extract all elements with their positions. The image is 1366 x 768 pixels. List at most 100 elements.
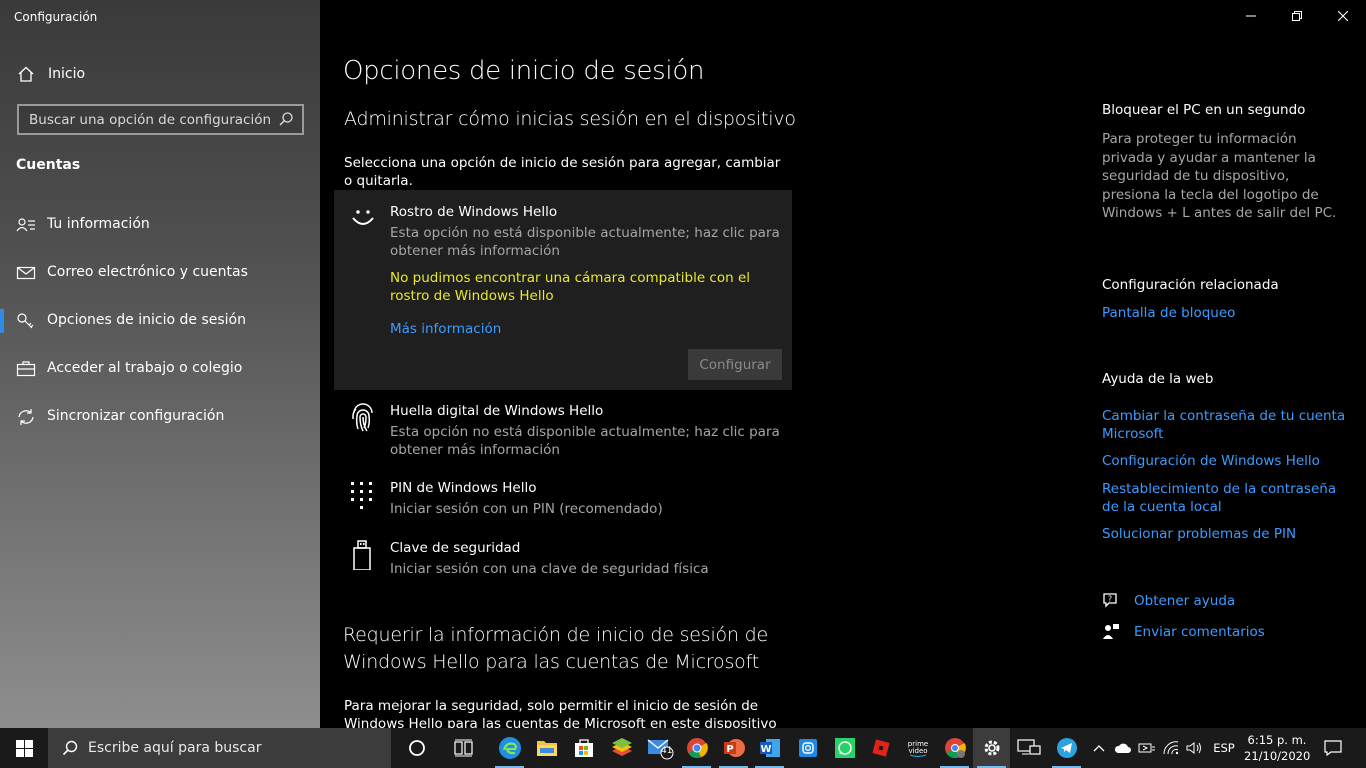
instagram-app[interactable] — [789, 728, 826, 768]
bluestacks-app[interactable] — [603, 728, 640, 768]
taskbar-search-input[interactable]: Escribe aquí para buscar — [48, 728, 391, 768]
action-center-button[interactable] — [1316, 728, 1350, 768]
section-subtitle: Administrar cómo inicias sesión en el di… — [344, 108, 796, 130]
get-help-link[interactable]: ? Obtener ayuda — [1102, 592, 1235, 610]
show-hidden-icons-button[interactable] — [1090, 728, 1108, 768]
connect-icon — [1016, 739, 1041, 755]
sync-icon — [18, 409, 34, 425]
cortana-icon — [408, 740, 425, 756]
lock-pc-heading: Bloquear el PC en un segundo — [1102, 102, 1306, 118]
start-button[interactable] — [0, 728, 48, 768]
send-feedback-link[interactable]: Enviar comentarios — [1102, 623, 1265, 641]
connect-app[interactable] — [1010, 728, 1047, 768]
sidebar: Configuración Inicio Buscar una opción d… — [0, 0, 320, 728]
app-title: Configuración — [14, 10, 98, 24]
network-tray-button[interactable] — [1160, 728, 1182, 768]
settings-app[interactable] — [973, 728, 1010, 768]
sidebar-item-label: Correo electrónico y cuentas — [47, 264, 248, 280]
sidebar-item-label: Acceder al trabajo o colegio — [47, 360, 243, 376]
pin-troubleshoot-link[interactable]: Solucionar problemas de PIN — [1102, 525, 1347, 543]
minimize-button[interactable] — [1228, 0, 1274, 32]
windows-logo-icon — [15, 739, 33, 757]
lock-pc-description: Para proteger tu información privada y a… — [1102, 131, 1337, 221]
edge-app[interactable] — [491, 728, 528, 768]
section-title: Cuentas — [16, 157, 81, 173]
search-icon — [279, 112, 293, 126]
web-help-heading: Ayuda de la web — [1102, 371, 1214, 387]
roblox-app[interactable] — [862, 728, 899, 768]
svg-text:P: P — [726, 744, 733, 755]
chrome-icon — [686, 738, 708, 759]
camera-warning: No pudimos encontrar una cámara compatib… — [390, 270, 751, 304]
option-title: Rostro de Windows Hello — [390, 204, 558, 220]
prime-video-icon: primevideo — [907, 740, 928, 758]
language-indicator[interactable]: ESP — [1208, 728, 1240, 768]
bluestacks-icon — [611, 738, 632, 756]
clock[interactable]: 6:15 p. m. 21/10/2020 — [1244, 732, 1310, 764]
sidebar-item-correo[interactable]: Correo electrónico y cuentas — [0, 258, 320, 288]
windows-hello-config-link[interactable]: Configuración de Windows Hello — [1102, 452, 1347, 470]
notification-icon — [1324, 740, 1342, 756]
more-info-link[interactable]: Más información — [390, 321, 501, 337]
speaker-icon — [1186, 742, 1201, 754]
change-password-link[interactable]: Cambiar la contraseña de tu cuenta Micro… — [1102, 407, 1347, 443]
whatsapp-icon — [834, 738, 855, 758]
sidebar-item-trabajo-colegio[interactable]: Acceder al trabajo o colegio — [0, 354, 320, 384]
svg-text:?: ? — [1108, 595, 1112, 604]
cloud-icon — [1114, 743, 1131, 753]
restore-icon — [1292, 11, 1302, 21]
onedrive-tray-button[interactable] — [1112, 728, 1134, 768]
cortana-button[interactable] — [398, 728, 435, 768]
search-input[interactable]: Buscar una opción de configuración — [17, 104, 304, 135]
home-icon — [18, 66, 34, 82]
settings-window: Configuración Inicio Buscar una opción d… — [0, 0, 1366, 728]
option-subtitle: Esta opción no está disponible actualmen… — [390, 424, 780, 458]
option-title: Clave de seguridad — [390, 540, 521, 556]
word-app[interactable]: W — [751, 728, 788, 768]
mail-icon — [16, 266, 36, 280]
home-button[interactable]: Inicio — [16, 63, 85, 85]
wifi-icon — [1163, 741, 1179, 755]
send-feedback-label: Enviar comentarios — [1134, 624, 1265, 640]
key-icon — [17, 313, 34, 329]
telegram-icon — [1056, 738, 1077, 758]
option-subtitle: Esta opción no está disponible actualmen… — [390, 225, 780, 259]
face-option-card[interactable]: Rostro de Windows Hello Esta opción no e… — [334, 190, 792, 390]
settings-icon — [984, 740, 999, 756]
clock-time: 6:15 p. m. — [1247, 733, 1307, 747]
close-icon — [1338, 11, 1348, 21]
prime-video-app[interactable]: prime video — [899, 728, 936, 768]
telegram-app[interactable] — [1048, 728, 1085, 768]
mail-app[interactable]: 41 — [641, 728, 678, 768]
powerpoint-app[interactable]: P — [715, 728, 752, 768]
close-button[interactable] — [1320, 0, 1366, 32]
file-explorer-icon — [536, 741, 557, 756]
store-app[interactable] — [565, 728, 602, 768]
configure-button[interactable]: Configurar — [688, 349, 782, 380]
minimize-icon — [1246, 15, 1256, 17]
person-card-icon — [16, 218, 35, 232]
powerpoint-icon: P — [723, 739, 745, 757]
search-placeholder: Buscar una opción de configuración — [29, 111, 272, 128]
sidebar-item-sincronizar[interactable]: Sincronizar configuración — [0, 402, 320, 432]
home-label: Inicio — [48, 66, 86, 82]
get-help-label: Obtener ayuda — [1134, 593, 1236, 609]
reset-local-password-link[interactable]: Restablecimiento de la contraseña de la … — [1102, 480, 1347, 516]
maximize-button[interactable] — [1274, 0, 1320, 32]
whatsapp-app[interactable] — [826, 728, 863, 768]
help-chat-icon: ? — [1103, 593, 1117, 608]
usb-key-icon — [353, 540, 371, 570]
taskbar-search-placeholder: Escribe aquí para buscar — [88, 740, 262, 756]
sidebar-item-opciones-inicio-sesion[interactable]: Opciones de inicio de sesión — [0, 306, 320, 336]
sidebar-item-tu-informacion[interactable]: Tu información — [0, 210, 320, 240]
file-explorer-app[interactable] — [528, 728, 565, 768]
battery-tray-button[interactable] — [1136, 728, 1158, 768]
chrome-profile-app[interactable] — [936, 728, 973, 768]
volume-tray-button[interactable] — [1184, 728, 1206, 768]
lock-screen-link[interactable]: Pantalla de bloqueo — [1102, 304, 1347, 322]
option-subtitle: Iniciar sesión con un PIN (recomendado) — [390, 501, 663, 517]
roblox-icon — [871, 739, 890, 757]
chrome-app[interactable] — [678, 728, 715, 768]
task-view-button[interactable] — [445, 728, 482, 768]
svg-text:W: W — [760, 744, 771, 755]
